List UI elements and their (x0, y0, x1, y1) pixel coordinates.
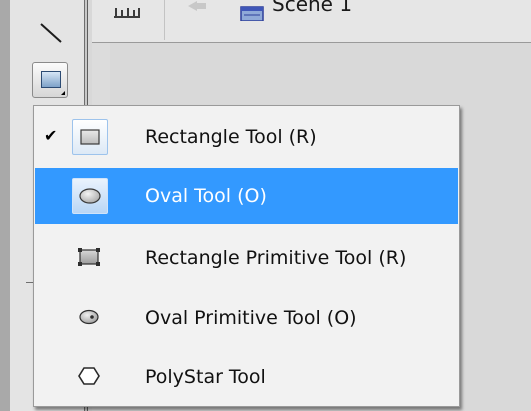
menu-icon-frame (72, 119, 108, 155)
menu-icon-frame (72, 240, 108, 276)
rectangle-primitive-icon (78, 248, 100, 266)
menu-icon-frame (72, 178, 108, 214)
panel-edge (0, 0, 10, 411)
line-tool-button[interactable] (32, 14, 68, 50)
edit-bar-separator (164, 0, 165, 40)
line-icon (40, 23, 62, 43)
rectangle-tool-button[interactable] (32, 62, 68, 98)
menu-item-oval-primitive-tool[interactable]: Oval Primitive Tool (O) (35, 290, 458, 346)
scene-icon (240, 6, 264, 21)
menu-icon-frame (72, 359, 108, 395)
menu-item-label: Rectangle Tool (R) (145, 126, 317, 148)
polystar-icon (78, 367, 100, 385)
rectangle-icon (41, 71, 61, 88)
menu-item-oval-tool[interactable]: Oval Tool (O) (35, 168, 458, 224)
back-arrow-icon[interactable] (187, 1, 207, 15)
oval-primitive-icon (79, 309, 99, 325)
check-icon: ✔ (44, 126, 58, 145)
panel-tick (26, 282, 33, 283)
menu-item-rectangle-primitive-tool[interactable]: Rectangle Primitive Tool (R) (35, 230, 458, 286)
shape-tool-menu: ✔ Rectangle Tool (R) Oval Tool (O) Recta… (33, 105, 460, 407)
menu-item-polystar-tool[interactable]: PolyStar Tool (35, 349, 458, 405)
menu-item-label: Oval Primitive Tool (O) (145, 307, 357, 329)
menu-item-label: Rectangle Primitive Tool (R) (145, 247, 407, 269)
menu-icon-frame (72, 300, 108, 336)
menu-item-label: Oval Tool (O) (145, 185, 267, 207)
menu-item-label: PolyStar Tool (145, 366, 266, 388)
edit-bar: Scene 1 (92, 0, 531, 43)
oval-icon (79, 188, 101, 204)
menu-item-rectangle-tool[interactable]: ✔ Rectangle Tool (R) (35, 109, 458, 165)
rectangle-icon (80, 129, 100, 145)
scene-label[interactable]: Scene 1 (272, 0, 352, 16)
timeline-icon[interactable] (112, 2, 142, 24)
submenu-indicator-icon (61, 91, 65, 95)
